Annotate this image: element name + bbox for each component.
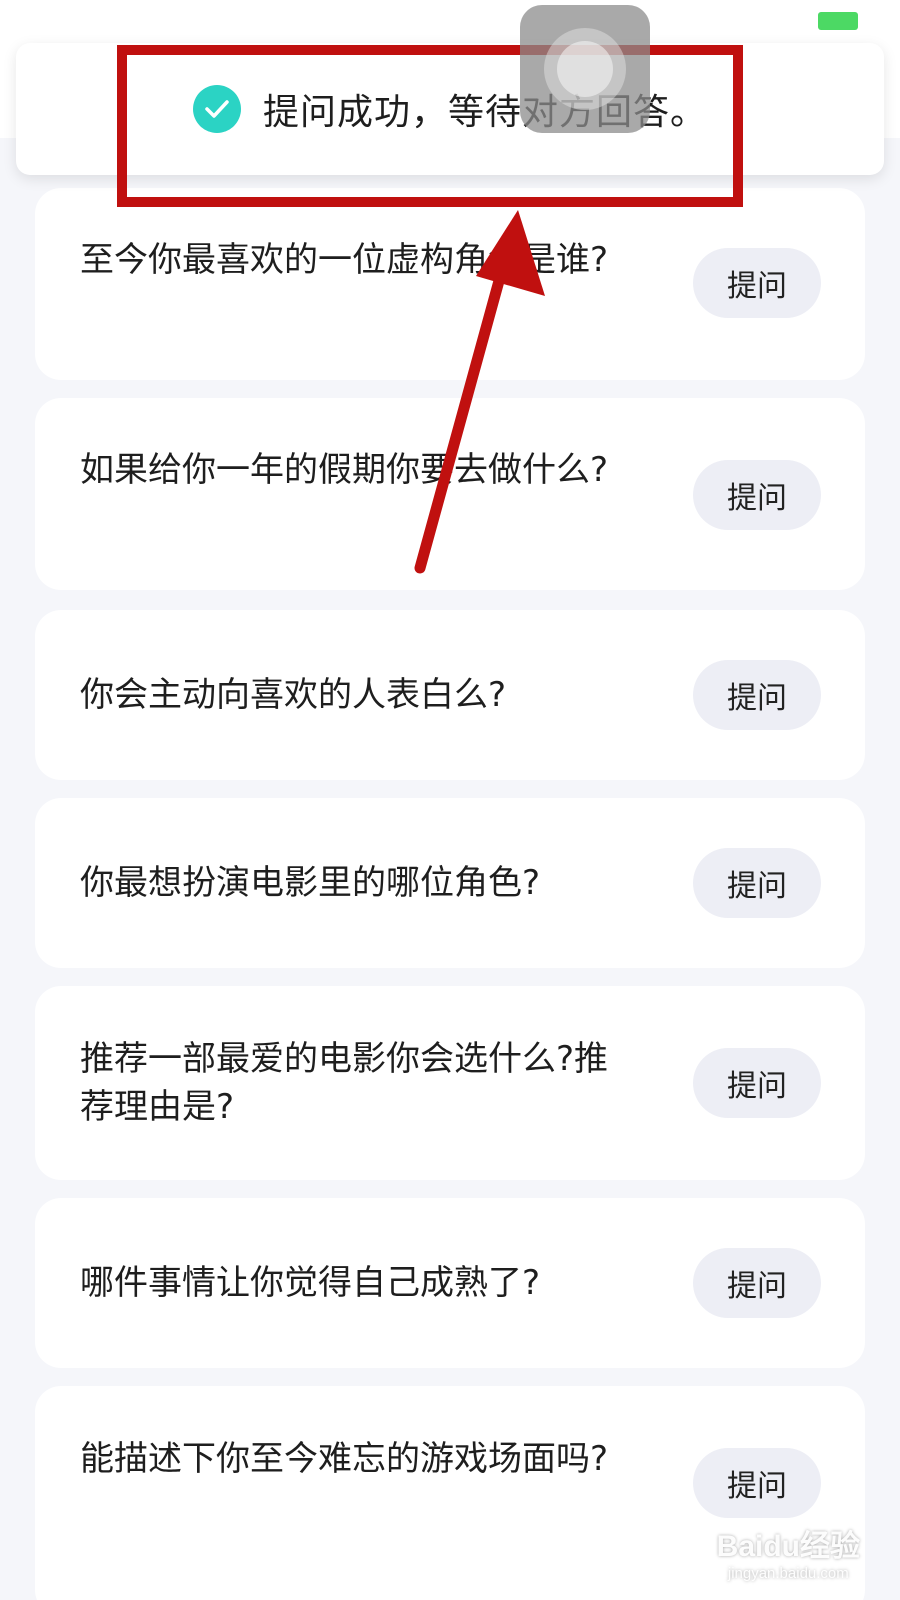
watermark: Baidu经验 jingyan.baidu.com xyxy=(717,1521,860,1582)
watermark-brand: Baidu经验 xyxy=(716,1530,860,1563)
assistive-touch-core xyxy=(557,41,613,97)
assistive-touch-ring xyxy=(544,28,626,110)
watermark-url: jingyan.baidu.com xyxy=(727,1565,849,1582)
annotation-arrow-icon xyxy=(414,210,545,574)
assistive-touch-button[interactable] xyxy=(520,5,650,133)
